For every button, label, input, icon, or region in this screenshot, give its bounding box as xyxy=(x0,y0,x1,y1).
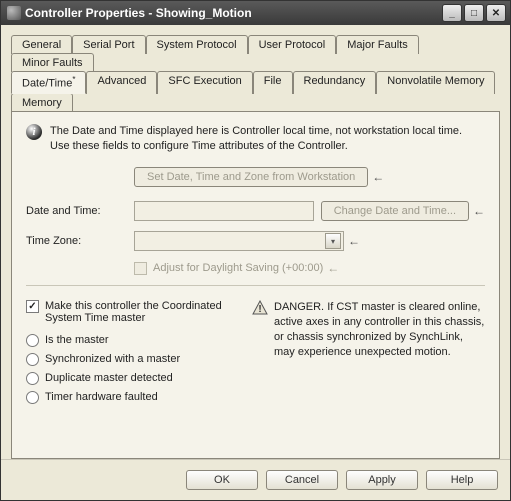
date-time-input[interactable] xyxy=(134,201,314,221)
change-date-time-button[interactable]: Change Date and Time... xyxy=(321,201,469,221)
tab-serial-port[interactable]: Serial Port xyxy=(72,35,145,54)
arrow-icon-4: ← xyxy=(323,261,339,275)
radio-duplicate-master[interactable] xyxy=(26,372,39,385)
tab-file[interactable]: File xyxy=(253,71,293,94)
arrow-icon-1: ← xyxy=(368,170,384,184)
time-zone-label: Time Zone: xyxy=(26,235,134,247)
separator xyxy=(26,285,485,286)
warning-text: DANGER. If CST master is cleared online,… xyxy=(274,300,485,359)
info-icon: i xyxy=(26,124,42,140)
tab-date-time[interactable]: Date/Time* xyxy=(11,71,86,94)
cst-master-checkbox[interactable]: ✓ xyxy=(26,300,39,313)
window-buttons: _ □ ✕ xyxy=(442,4,506,22)
cst-master-label: Make this controller the Coordinated Sys… xyxy=(45,300,236,324)
window-title: Controller Properties - Showing_Motion xyxy=(25,6,442,20)
close-button[interactable]: ✕ xyxy=(486,4,506,22)
set-from-workstation-button[interactable]: Set Date, Time and Zone from Workstation xyxy=(134,167,368,187)
arrow-icon-2: ← xyxy=(469,204,485,218)
titlebar: Controller Properties - Showing_Motion _… xyxy=(1,1,510,25)
app-icon xyxy=(7,6,21,20)
radio-hw-fault[interactable] xyxy=(26,391,39,404)
client-area: General Serial Port System Protocol User… xyxy=(1,25,510,459)
tab-modified-marker: * xyxy=(72,75,75,84)
apply-button[interactable]: Apply xyxy=(346,470,418,490)
tab-panel-date-time: i The Date and Time displayed here is Co… xyxy=(11,111,500,459)
tab-system-protocol[interactable]: System Protocol xyxy=(146,35,248,54)
tab-minor-faults[interactable]: Minor Faults xyxy=(11,53,94,72)
window: Controller Properties - Showing_Motion _… xyxy=(0,0,511,501)
minimize-button[interactable]: _ xyxy=(442,4,462,22)
tab-major-faults[interactable]: Major Faults xyxy=(336,35,419,54)
lower-section: ✓ Make this controller the Coordinated S… xyxy=(26,300,485,410)
radio-hw-fault-label: Timer hardware faulted xyxy=(45,391,158,403)
radio-synced-label: Synchronized with a master xyxy=(45,353,180,365)
radio-synced[interactable] xyxy=(26,353,39,366)
help-button[interactable]: Help xyxy=(426,470,498,490)
tab-memory[interactable]: Memory xyxy=(11,93,73,112)
info-text: The Date and Time displayed here is Cont… xyxy=(50,124,462,154)
dialog-button-bar: OK Cancel Apply Help xyxy=(1,459,510,500)
info-row: i The Date and Time displayed here is Co… xyxy=(26,124,485,154)
tab-advanced[interactable]: Advanced xyxy=(86,71,157,94)
warning-title: DANGER. xyxy=(274,301,324,313)
right-column: ! DANGER. If CST master is cleared onlin… xyxy=(252,300,485,410)
date-time-label: Date and Time: xyxy=(26,205,134,217)
tab-sfc-execution[interactable]: SFC Execution xyxy=(157,71,252,94)
info-line1: The Date and Time displayed here is Cont… xyxy=(50,124,462,139)
tabstrip-row1: General Serial Port System Protocol User… xyxy=(11,35,500,71)
tab-user-protocol[interactable]: User Protocol xyxy=(248,35,337,54)
time-zone-select[interactable]: ▾ xyxy=(134,231,344,251)
cst-master-row: ✓ Make this controller the Coordinated S… xyxy=(26,300,236,324)
svg-text:!: ! xyxy=(258,304,261,315)
radio-is-master[interactable] xyxy=(26,334,39,347)
radio-duplicate-master-label: Duplicate master detected xyxy=(45,372,173,384)
tab-general[interactable]: General xyxy=(11,35,72,54)
cancel-button[interactable]: Cancel xyxy=(266,470,338,490)
adjust-dst-label: Adjust for Daylight Saving (+00:00) xyxy=(153,262,323,274)
ok-button[interactable]: OK xyxy=(186,470,258,490)
warning-icon: ! xyxy=(252,300,268,316)
warning-row: ! DANGER. If CST master is cleared onlin… xyxy=(252,300,485,359)
tab-redundancy[interactable]: Redundancy xyxy=(293,71,377,94)
left-column: ✓ Make this controller the Coordinated S… xyxy=(26,300,236,410)
radio-is-master-label: Is the master xyxy=(45,334,109,346)
cst-status-radio-group: Is the master Synchronized with a master… xyxy=(26,334,236,404)
tab-date-time-label: Date/Time xyxy=(22,78,72,90)
info-line2: Use these fields to configure Time attri… xyxy=(50,139,462,154)
tabstrip-row2: Date/Time* Advanced SFC Execution File R… xyxy=(11,71,500,111)
arrow-icon-3: ← xyxy=(344,234,360,248)
chevron-down-icon: ▾ xyxy=(325,233,341,249)
tab-nonvolatile-memory[interactable]: Nonvolatile Memory xyxy=(376,71,495,94)
adjust-dst-checkbox xyxy=(134,262,147,275)
maximize-button[interactable]: □ xyxy=(464,4,484,22)
